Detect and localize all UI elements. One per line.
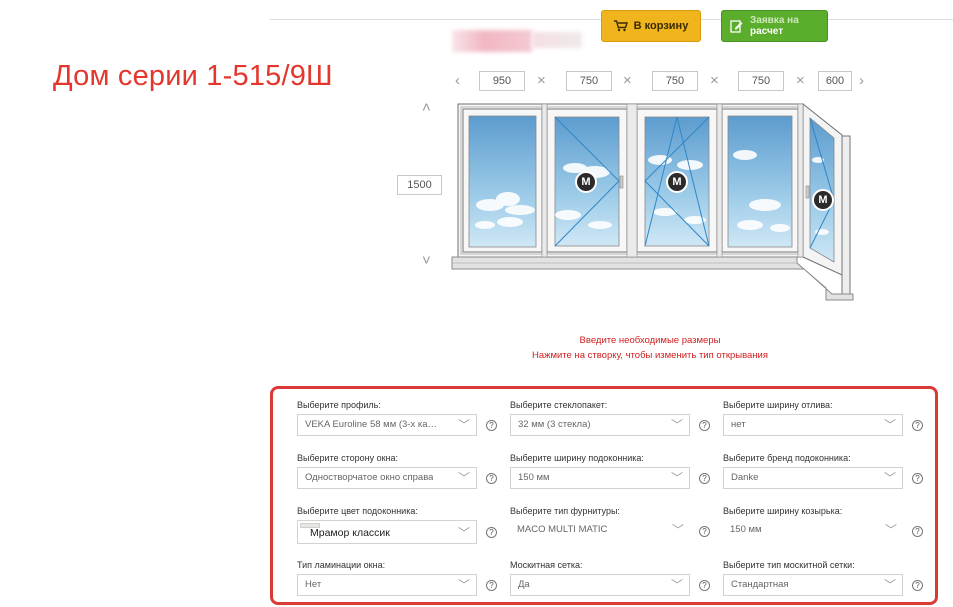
sill-color-label: Выберите цвет подоконника: (297, 506, 418, 516)
window-side-select[interactable]: Одностворчатое окно справа ﹀ (297, 467, 477, 489)
glass-select[interactable]: 32 мм (3 стекла) ﹀ (510, 414, 690, 436)
mosquito-marker-icon[interactable]: M (666, 171, 688, 193)
drip-width-label: Выберите ширину отлива: (723, 400, 833, 410)
chevron-down-icon: ﹀ (457, 578, 470, 592)
mosquito-marker-icon[interactable]: M (812, 189, 834, 211)
sash-fixed-1[interactable] (462, 108, 543, 253)
chevron-down-icon: ﹀ (457, 418, 470, 432)
lamination-label: Тип ламинации окна: (297, 560, 386, 570)
mosquito-type-select[interactable]: Стандартная ﹀ (723, 574, 903, 596)
chevron-down-icon: ﹀ (670, 471, 683, 485)
chevron-down-icon: ﹀ (670, 418, 683, 432)
sill-swatch (300, 523, 320, 528)
chevron-down-icon: ﹀ (883, 578, 896, 592)
help-icon[interactable]: ? (486, 473, 497, 484)
sash-fixed-4[interactable] (721, 108, 799, 253)
help-icon[interactable]: ? (699, 420, 710, 431)
sill-brand-label: Выберите бренд подоконника: (723, 453, 851, 463)
help-icon[interactable]: ? (699, 473, 710, 484)
window-sill (451, 256, 854, 301)
sill-width-label: Выберите ширину подоконника: (510, 453, 644, 463)
mosquito-label: Москитная сетка: (510, 560, 583, 570)
help-icon[interactable]: ? (486, 420, 497, 431)
size-hint: Введите необходимые размеры (579, 335, 721, 346)
chevron-down-icon: ﹀ (671, 523, 684, 537)
help-icon[interactable]: ? (486, 580, 497, 591)
chevron-down-icon: ﹀ (883, 471, 896, 485)
sill-color-select[interactable]: Мрамор классик ﹀ (297, 520, 477, 544)
lamination-select[interactable]: Нет ﹀ (297, 574, 477, 596)
help-icon[interactable]: ? (699, 580, 710, 591)
help-icon[interactable]: ? (912, 473, 923, 484)
hardware-label: Выберите тип фурнитуры: (510, 506, 620, 516)
chevron-down-icon: ﹀ (457, 526, 470, 540)
balcony-window-diagram (451, 102, 854, 301)
visor-width-select[interactable]: 150 мм ﹀ (723, 520, 903, 542)
sill-width-select[interactable]: 150 мм ﹀ (510, 467, 690, 489)
profile-select[interactable]: VEKA Euroline 58 мм (3-х ка… ﹀ (297, 414, 477, 436)
visor-width-label: Выберите ширину козырька: (723, 506, 843, 516)
drip-width-select[interactable]: нет ﹀ (723, 414, 903, 436)
sash-hint: Нажмите на створку, чтобы изменить тип о… (531, 350, 769, 361)
chevron-down-icon: ﹀ (883, 418, 896, 432)
chevron-down-icon: ﹀ (670, 578, 683, 592)
mosquito-type-label: Выберите тип москитной сетки: (723, 560, 855, 570)
mosquito-select[interactable]: Да ﹀ (510, 574, 690, 596)
help-icon[interactable]: ? (912, 526, 923, 537)
chevron-down-icon: ﹀ (457, 471, 470, 485)
hardware-select[interactable]: MACO MULTI MATIC ﹀ (510, 520, 690, 542)
profile-label: Выберите профиль: (297, 400, 381, 410)
chevron-down-icon: ﹀ (884, 523, 897, 537)
help-icon[interactable]: ? (486, 527, 497, 538)
help-icon[interactable]: ? (699, 526, 710, 537)
window-side-label: Выберите сторону окна: (297, 453, 399, 463)
help-icon[interactable]: ? (912, 420, 923, 431)
sill-brand-select[interactable]: Danke ﹀ (723, 467, 903, 489)
help-icon[interactable]: ? (912, 580, 923, 591)
glass-label: Выберите стеклопакет: (510, 400, 608, 410)
mosquito-marker-icon[interactable]: M (575, 171, 597, 193)
